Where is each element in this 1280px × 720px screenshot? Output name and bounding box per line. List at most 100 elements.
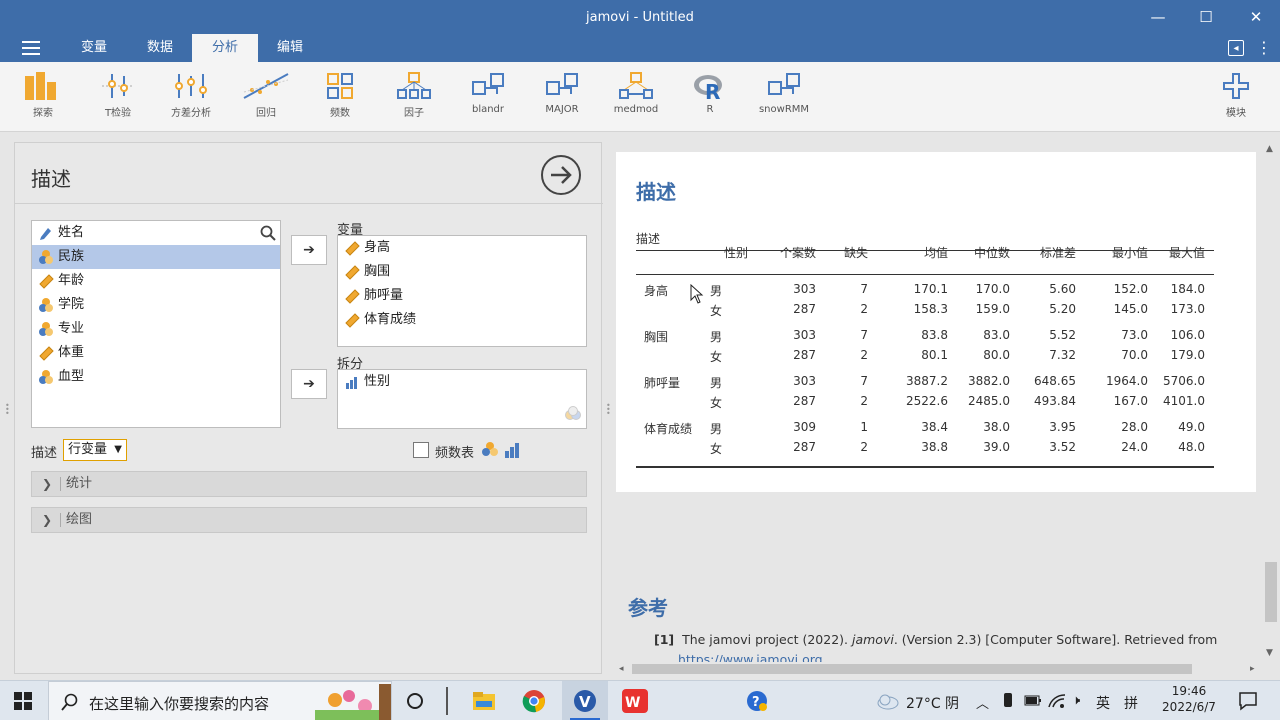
tool-snowrmm[interactable]: snowRMM	[754, 72, 814, 115]
move-to-split-button[interactable]: ➔	[291, 369, 327, 399]
left-splitter-handle[interactable]: • • •	[5, 402, 10, 420]
table-cell: 7	[860, 282, 868, 296]
speaker-muted-icon[interactable]: 🕨	[1072, 693, 1080, 708]
more-options-icon[interactable]: ⋮	[1256, 40, 1272, 56]
search-icon[interactable]	[260, 225, 276, 241]
references-title: 参考	[628, 596, 668, 620]
row-variable-label: 胸围	[644, 330, 669, 344]
nominal-variable-icon	[482, 442, 498, 456]
hamburger-menu-icon[interactable]	[22, 41, 40, 55]
table-cell: 2	[860, 394, 868, 408]
chevron-right-icon: ❯	[42, 477, 53, 491]
move-to-variables-button[interactable]: ➔	[291, 235, 327, 265]
list-item[interactable]: 民族	[32, 245, 280, 269]
tool-ttests[interactable]: T检验	[88, 72, 148, 119]
section-statistics[interactable]: ❯ 统计	[31, 471, 587, 497]
scroll-right-icon[interactable]: ▸	[1250, 664, 1255, 674]
battery-icon[interactable]	[1024, 694, 1042, 708]
wps-office-icon[interactable]: W	[622, 689, 648, 713]
snowrmm-module-icon	[768, 73, 800, 95]
list-item[interactable]: 体育成绩	[338, 308, 586, 332]
results-title: 描述	[636, 180, 676, 204]
list-item[interactable]: 胸围	[338, 260, 586, 284]
clock[interactable]: 19:46 2022/6/7	[1158, 684, 1220, 714]
wifi-icon[interactable]	[1048, 693, 1066, 709]
tool-regression[interactable]: 回归	[236, 72, 296, 119]
center-splitter-handle[interactable]: • • •	[606, 402, 611, 420]
tab-data[interactable]: 数据	[132, 34, 188, 62]
tool-blandr[interactable]: blandr	[458, 72, 518, 115]
frequencies-icon	[327, 73, 353, 99]
split-variables-list[interactable]: 性别	[337, 369, 587, 429]
scroll-down-icon[interactable]: ▼	[1266, 648, 1273, 658]
notifications-icon[interactable]	[1238, 691, 1258, 711]
list-item[interactable]: 年龄	[32, 269, 280, 293]
chrome-browser-icon[interactable]	[522, 689, 546, 713]
table-cell: 3.95	[1049, 420, 1076, 434]
scroll-left-icon[interactable]: ◂	[619, 664, 624, 674]
tool-anova[interactable]: 方差分析	[161, 72, 221, 119]
task-view-icon[interactable]	[406, 692, 424, 710]
tab-edit[interactable]: 编辑	[262, 34, 318, 62]
frequency-tables-checkbox[interactable]	[413, 442, 429, 458]
table-cell: 7.32	[1049, 348, 1076, 362]
describe-label: 描述	[31, 446, 58, 461]
tool-r[interactable]: R R	[680, 72, 740, 115]
list-item[interactable]: 姓名	[32, 221, 280, 245]
results-mode-icon[interactable]: ◂	[1228, 40, 1244, 56]
vertical-scroll-thumb[interactable]	[1265, 562, 1277, 622]
mouse-cursor-icon	[690, 284, 704, 304]
column-header: 标准差	[1039, 246, 1076, 260]
windows-taskbar: 在这里输入你要搜索的内容 V W ? 27°C 阴 ︿ 🕨 英 拼 19:46 …	[0, 680, 1280, 720]
row-group-label: 男	[710, 422, 723, 436]
weather-cloud-icon[interactable]	[876, 691, 900, 711]
ime-mode-indicator[interactable]: 英	[1096, 693, 1110, 713]
analysis-options-panel: 描述 姓名 民族 年龄 学院 专业 体重 血型 ➔ ➔ 变量 身高 胸围 肺呼量…	[14, 142, 603, 674]
target-variables-list[interactable]: 身高 胸围 肺呼量 体育成绩	[337, 235, 587, 347]
continuous-variable-icon	[39, 274, 54, 289]
windows-start-icon[interactable]	[14, 692, 32, 710]
column-header: 最大值	[1168, 246, 1205, 260]
tool-factor[interactable]: 因子	[384, 72, 444, 119]
minimize-button[interactable]: —	[1146, 6, 1170, 28]
describe-select[interactable]: 行变量 ▼	[63, 439, 127, 461]
tab-variables[interactable]: 变量	[66, 34, 122, 62]
list-item[interactable]: 肺呼量	[338, 284, 586, 308]
table-cell: 2	[860, 302, 868, 316]
close-button[interactable]: ✕	[1244, 6, 1268, 28]
section-plots[interactable]: ❯ 绘图	[31, 507, 587, 533]
search-highlight-illustration-icon	[315, 684, 391, 720]
ordinal-variable-icon	[346, 377, 357, 389]
file-explorer-icon[interactable]	[472, 689, 496, 713]
phone-link-icon[interactable]	[1002, 693, 1014, 709]
list-item[interactable]: 身高	[338, 236, 586, 260]
run-arrow-button[interactable]	[541, 155, 581, 195]
tab-analyses[interactable]: 分析	[192, 34, 258, 62]
row-group-label: 女	[710, 442, 723, 456]
weather-text[interactable]: 27°C 阴	[906, 693, 959, 713]
list-item[interactable]: 血型	[32, 365, 280, 389]
reference-link[interactable]: https://www.jamovi.org	[678, 652, 823, 662]
frequency-tables-label: 频数表	[435, 446, 475, 461]
list-item[interactable]: 学院	[32, 293, 280, 317]
tool-medmod[interactable]: medmod	[606, 72, 666, 115]
ime-pinyin-indicator[interactable]: 拼	[1124, 693, 1138, 713]
tray-expand-icon[interactable]: ︿	[976, 693, 989, 712]
list-item[interactable]: 性别	[338, 370, 586, 394]
scroll-up-icon[interactable]: ▲	[1266, 144, 1273, 154]
help-app-icon[interactable]: ?	[746, 690, 768, 712]
maximize-button[interactable]: ☐	[1194, 6, 1218, 28]
horizontal-scroll-thumb[interactable]	[632, 664, 1192, 674]
jamovi-taskbar-active[interactable]: V	[562, 681, 608, 720]
tool-modules[interactable]: 模块	[1206, 72, 1266, 119]
tool-frequencies[interactable]: 频数	[310, 72, 370, 119]
taskbar-search[interactable]: 在这里输入你要搜索的内容	[48, 681, 392, 720]
tool-major[interactable]: MAJOR	[532, 72, 592, 115]
list-item[interactable]: 体重	[32, 341, 280, 365]
search-icon	[61, 693, 78, 711]
tool-exploration[interactable]: 探索	[13, 72, 73, 119]
title-bar: jamovi - Untitled — ☐ ✕	[0, 0, 1280, 34]
menu-bar: 变量 数据 分析 编辑 ◂ ⋮	[0, 34, 1280, 62]
list-item[interactable]: 专业	[32, 317, 280, 341]
source-variable-list[interactable]: 姓名 民族 年龄 学院 专业 体重 血型	[31, 220, 281, 428]
